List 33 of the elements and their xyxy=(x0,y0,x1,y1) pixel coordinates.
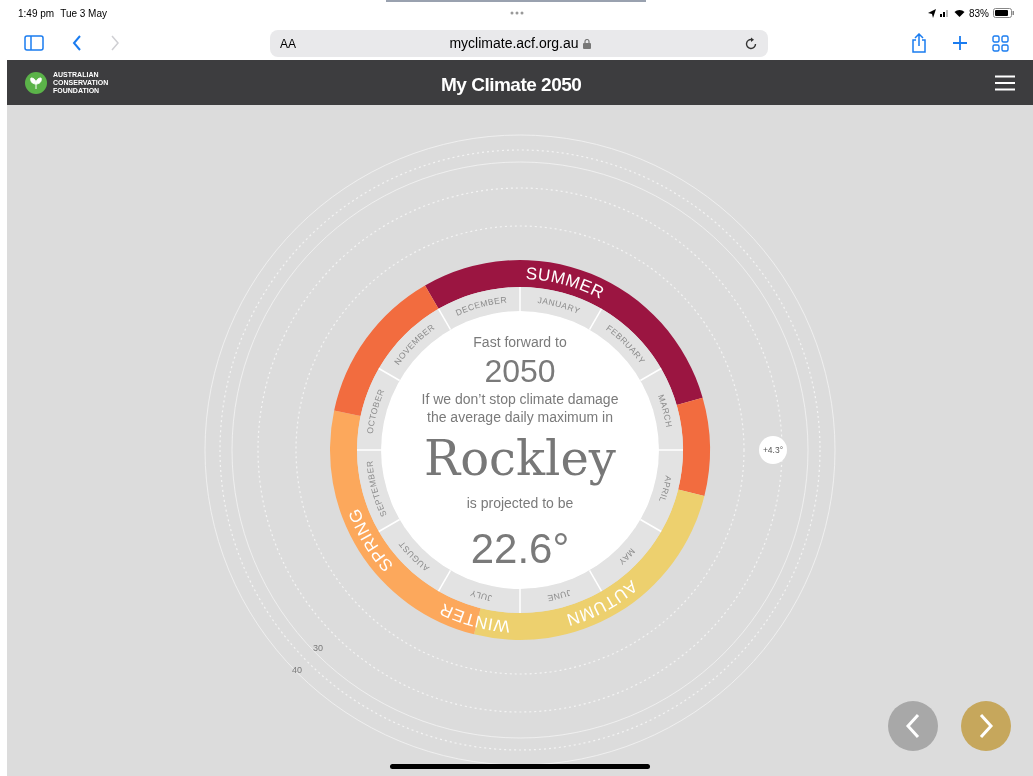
location-name: Rockley xyxy=(424,430,616,486)
scale-label: 40 xyxy=(292,665,302,675)
sidebar-icon[interactable] xyxy=(24,35,44,51)
intro-text: Fast forward to xyxy=(473,334,567,350)
subtitle-text: is projected to be xyxy=(466,494,574,512)
next-button[interactable] xyxy=(961,701,1011,751)
url-text: myclimate.acf.org.au xyxy=(449,34,579,53)
leaf-logo-icon[interactable] xyxy=(25,71,47,94)
description-text: If we don’t stop climate damage the average daily maximum in xyxy=(420,390,620,426)
reload-icon[interactable] xyxy=(744,36,758,51)
status-time: 1:49 pm xyxy=(18,6,55,21)
tabs-icon[interactable] xyxy=(992,34,1009,52)
signal-icon xyxy=(940,9,950,17)
month-label: JULY xyxy=(468,587,493,604)
lock-icon xyxy=(582,38,591,49)
plus-icon[interactable] xyxy=(952,35,968,51)
site-title: My Climate 2050 xyxy=(441,73,582,97)
address-bar[interactable]: AA myclimate.acf.org.au xyxy=(270,30,768,57)
status-date: Tue 3 May xyxy=(60,6,107,21)
year-text: 2050 xyxy=(484,354,556,388)
temperature-marker: +4.3° xyxy=(759,436,787,464)
battery-icon xyxy=(993,8,1015,18)
text-size-button[interactable]: AA xyxy=(280,34,296,53)
menu-icon[interactable] xyxy=(995,74,1015,91)
previous-button[interactable] xyxy=(888,701,938,751)
temperature-value: 22.6° xyxy=(470,526,570,572)
location-arrow-icon xyxy=(928,8,936,18)
back-icon[interactable] xyxy=(72,35,82,51)
dots-icon[interactable] xyxy=(510,11,524,15)
scale-label: 30 xyxy=(313,643,323,653)
battery-percent: 83% xyxy=(969,6,989,21)
wifi-icon xyxy=(954,9,965,17)
share-icon[interactable] xyxy=(910,33,928,53)
